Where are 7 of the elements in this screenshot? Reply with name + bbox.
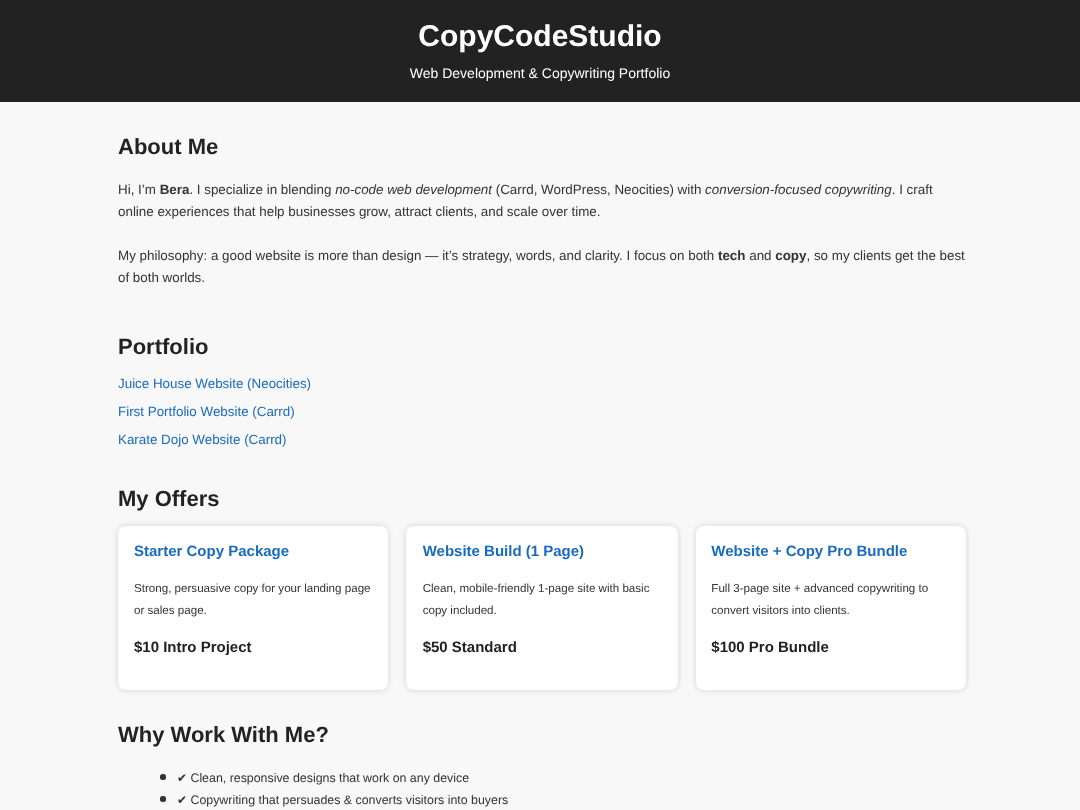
site-title: CopyCodeStudio [416, 20, 664, 56]
bullet-icon [160, 774, 165, 780]
section-heading: About Me [118, 136, 221, 162]
section-heading: My Offers [118, 488, 222, 514]
section-heading: Why Work With Me? [118, 724, 331, 750]
bullet-icon [160, 796, 165, 802]
section-heading: Portfolio [118, 336, 211, 362]
